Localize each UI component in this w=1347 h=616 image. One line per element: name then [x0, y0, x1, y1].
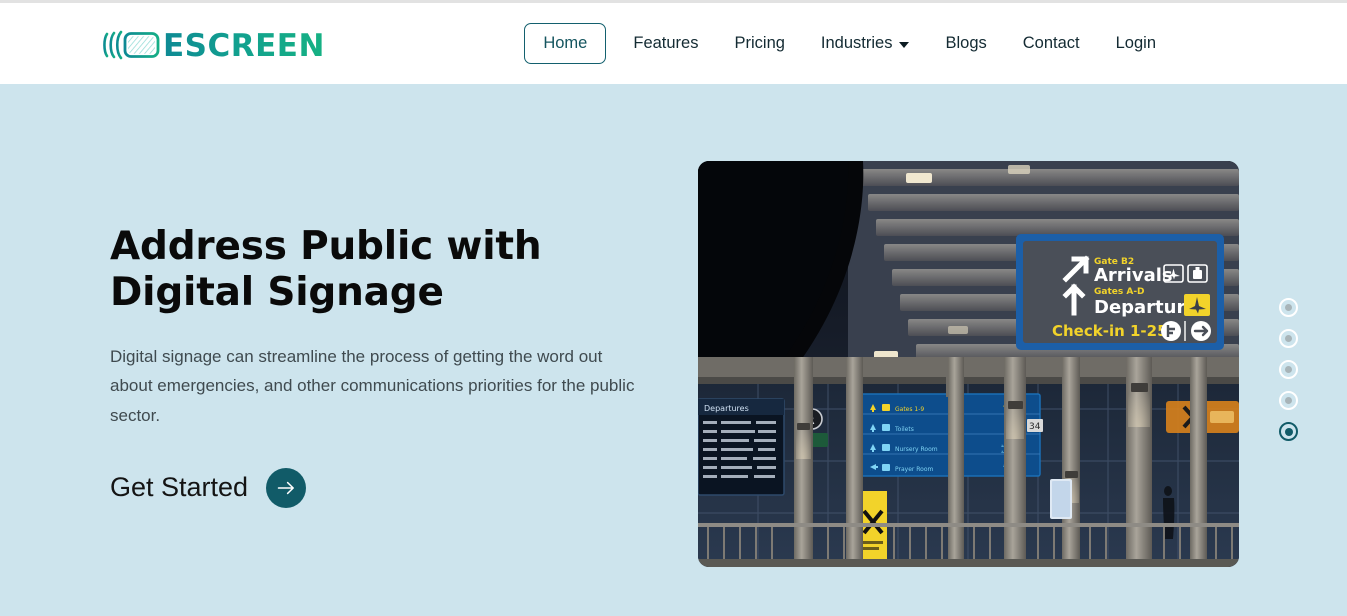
brand-name: ESCREEN: [163, 27, 325, 64]
hero-description: Digital signage can streamline the proce…: [110, 347, 635, 425]
departure-board: Departures: [698, 398, 785, 496]
carousel-dot-5[interactable]: [1279, 422, 1298, 441]
carousel-pagination: [1279, 298, 1298, 441]
hero-image: Departures Gates 1-9 Toilets Nursery Roo…: [698, 161, 1239, 567]
svg-text:Departures: Departures: [704, 404, 749, 413]
checkin-label: Check-in 1-25: [1052, 322, 1168, 340]
get-started-label: Get Started: [110, 472, 249, 503]
arrivals-label: Arrivals: [1094, 265, 1173, 286]
arrow-right-icon: [266, 467, 307, 508]
nav-label-contact: Contact: [1022, 34, 1080, 53]
hero-section: Address Public with Digital Signage Digi…: [0, 84, 1347, 616]
nav-label-blogs: Blogs: [945, 34, 987, 53]
site-header: ESCREEN Home Features Pricing Industries…: [0, 3, 1347, 84]
nav-item-industries[interactable]: Industries: [803, 35, 928, 52]
carousel-dot-3[interactable]: [1279, 360, 1298, 379]
column-number: 34: [1029, 422, 1041, 432]
carousel-dot-4[interactable]: [1279, 391, 1298, 410]
arrow-right-circle-icon: [1191, 321, 1211, 341]
get-started-button[interactable]: Get Started: [110, 467, 307, 508]
svg-text:Nursery Room: Nursery Room: [895, 446, 938, 453]
dot-core: [1284, 427, 1293, 436]
nav-item-login[interactable]: Login: [1098, 35, 1174, 52]
info-icon: [1161, 321, 1181, 341]
nav-label-pricing: Pricing: [734, 34, 785, 53]
svg-text:Prayer Room: Prayer Room: [895, 466, 934, 473]
screen-broadcast-icon: [103, 28, 161, 62]
brand-logo[interactable]: ESCREEN: [103, 25, 325, 65]
arrivals-departures-sign: Gate B2 Arrivals Gates A-D Departures Ch…: [1016, 234, 1224, 350]
departures-gate: Gates A-D: [1094, 287, 1145, 297]
nav-item-pricing[interactable]: Pricing: [716, 35, 802, 52]
carousel-dot-1[interactable]: [1279, 298, 1298, 317]
main-navigation: Home Features Pricing Industries Blogs C…: [524, 3, 1347, 84]
svg-text:Gates 1-9: Gates 1-9: [895, 406, 924, 413]
svg-text:Toilets: Toilets: [894, 426, 914, 433]
dot-core: [1285, 335, 1292, 342]
hero-copy: Address Public with Digital Signage Digi…: [110, 224, 655, 508]
nav-item-contact[interactable]: Contact: [1005, 35, 1098, 52]
page-title: Address Public with Digital Signage: [110, 224, 542, 316]
nav-item-features[interactable]: Features: [615, 35, 716, 52]
nav-item-home[interactable]: Home: [524, 22, 607, 65]
nav-label-industries: Industries: [820, 34, 893, 53]
nav-label-login: Login: [1115, 34, 1156, 53]
dot-core: [1285, 366, 1292, 373]
carousel-dot-2[interactable]: [1279, 329, 1298, 348]
nav-item-blogs[interactable]: Blogs: [927, 35, 1004, 52]
dot-core: [1285, 304, 1292, 311]
page-root: ESCREEN Home Features Pricing Industries…: [0, 0, 1347, 616]
nav-label-home: Home: [543, 33, 588, 52]
dot-core: [1285, 397, 1292, 404]
departure-plane-icon: [1184, 294, 1210, 316]
nav-label-features: Features: [633, 34, 699, 53]
chevron-down-icon: [899, 41, 910, 48]
